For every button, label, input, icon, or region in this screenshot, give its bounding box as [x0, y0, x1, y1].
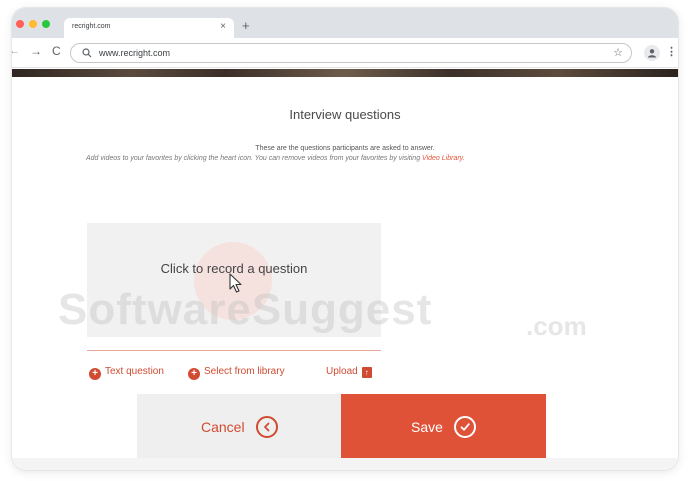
- save-button[interactable]: Save: [341, 394, 546, 458]
- favorites-hint: Add videos to your favorites by clicking…: [86, 155, 465, 162]
- tab-title: recright.com: [72, 23, 111, 30]
- new-tab-icon[interactable]: +: [242, 19, 250, 33]
- search-icon: [82, 48, 92, 58]
- favorites-hint-text: Add videos to your favorites by clicking…: [86, 155, 421, 162]
- plus-icon: +: [188, 368, 200, 380]
- page-footer-bar: [12, 458, 678, 470]
- cancel-button[interactable]: Cancel: [137, 394, 341, 458]
- select-from-library-label: Select from library: [204, 366, 285, 377]
- back-arrow-icon: [256, 416, 278, 438]
- forward-icon[interactable]: →: [30, 44, 42, 58]
- page-content: Interview questions These are the questi…: [12, 69, 678, 470]
- checkmark-icon: [454, 416, 476, 438]
- upload-label: Upload: [326, 366, 358, 377]
- cancel-label: Cancel: [201, 419, 245, 435]
- minimize-window-dot[interactable]: [29, 20, 37, 28]
- record-area-divider: [87, 350, 381, 351]
- close-window-dot[interactable]: [16, 20, 24, 28]
- address-bar[interactable]: www.recright.com ☆: [70, 43, 632, 63]
- url-text[interactable]: www.recright.com: [99, 48, 170, 58]
- upload-button[interactable]: Upload ↑: [326, 366, 372, 378]
- watermark-suffix: .com: [526, 311, 587, 341]
- plus-icon: +: [89, 368, 101, 380]
- bookmark-star-icon[interactable]: ☆: [613, 46, 623, 60]
- save-label: Save: [411, 419, 443, 435]
- text-question-label: Text question: [105, 366, 164, 377]
- video-library-link[interactable]: Video Library: [422, 155, 463, 162]
- browser-tab[interactable]: recright.com ×: [64, 18, 234, 38]
- browser-menu-icon[interactable]: ⋮: [666, 45, 677, 59]
- profile-avatar-icon[interactable]: [644, 45, 660, 61]
- browser-window: recright.com × + ← → C www.recright.com …: [12, 8, 678, 470]
- tab-close-icon[interactable]: ×: [220, 21, 226, 33]
- text-question-button[interactable]: + Text question: [89, 366, 164, 380]
- browser-toolbar: ← → C www.recright.com ☆ ⋮: [12, 38, 678, 68]
- favorites-hint-period: .: [462, 155, 465, 162]
- page-title: Interview questions: [289, 107, 401, 122]
- tab-strip: recright.com × +: [12, 8, 678, 38]
- reload-icon[interactable]: C: [52, 44, 61, 58]
- header-image-strip: [12, 69, 678, 77]
- back-icon[interactable]: ←: [12, 45, 20, 57]
- select-from-library-button[interactable]: + Select from library: [188, 366, 285, 380]
- watermark: SoftwareSuggest: [58, 285, 433, 334]
- upload-icon: ↑: [361, 367, 372, 378]
- maximize-window-dot[interactable]: [42, 20, 50, 28]
- page-description: These are the questions participants are…: [255, 145, 435, 152]
